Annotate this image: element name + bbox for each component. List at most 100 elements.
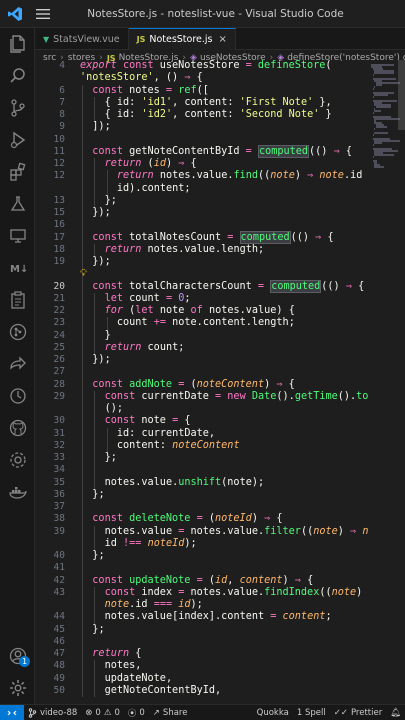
- git-graph-icon[interactable]: [0, 316, 35, 348]
- code-line[interactable]: 31 id: currentDate,: [35, 427, 368, 440]
- code-line[interactable]: 11 const getNoteContentById = computed(()…: [35, 144, 368, 158]
- code-line[interactable]: 37: [35, 501, 368, 514]
- hamburger-menu-icon[interactable]: [30, 0, 56, 28]
- minimap-line: [374, 166, 385, 168]
- run-debug-icon[interactable]: [0, 124, 35, 156]
- lightbulb-icon[interactable]: 💡︎: [80, 268, 87, 280]
- code-line[interactable]: 6 const notes = ref([: [35, 84, 368, 97]
- code-line[interactable]: ();: [35, 403, 368, 416]
- code-line[interactable]: 26});: [35, 354, 368, 367]
- notifications-status[interactable]: 🔔︎: [386, 708, 405, 718]
- code-line[interactable]: 30 const note = {: [35, 415, 368, 428]
- live-share-icon[interactable]: [0, 348, 35, 380]
- code-line[interactable]: 50 getNoteContentById,: [35, 684, 368, 697]
- line-number: 17: [53, 231, 65, 243]
- source-control-icon[interactable]: [0, 92, 35, 124]
- spell-status[interactable]: 1 Spell: [293, 708, 330, 718]
- testing-flask-icon[interactable]: [0, 188, 35, 220]
- code-line[interactable]: 39 notes.value = notes.value.filter((note…: [35, 525, 368, 538]
- code-line[interactable]: 35 notes.value.unshift(note);: [35, 476, 368, 489]
- code-line[interactable]: 34: [35, 464, 368, 477]
- github-icon[interactable]: [0, 412, 35, 444]
- indent-guide: [94, 684, 96, 697]
- code-line[interactable]: 25 return count;: [35, 341, 368, 354]
- line-number: 23: [53, 317, 65, 329]
- code-line[interactable]: 12 return notes.value.find((note) ⇒ note.…: [35, 170, 368, 183]
- manage-gear-icon[interactable]: [0, 672, 35, 704]
- live-share-status[interactable]: ↗ Share: [149, 708, 192, 718]
- code-line[interactable]: 42 const updateNote = (id, content) ⇒ {: [35, 574, 368, 587]
- code-line[interactable]: 48 notes,: [35, 660, 368, 673]
- code-line[interactable]: 16: [35, 219, 368, 232]
- scrollbar-thumb[interactable]: [398, 60, 405, 130]
- minimap-line: [372, 134, 374, 136]
- code-line[interactable]: 8 { id: 'id2', content: 'Second Note' }: [35, 109, 368, 122]
- quokka-status[interactable]: Quokka: [253, 708, 293, 718]
- indent-guide: [82, 378, 83, 391]
- code-line[interactable]: 17 const totalNotesCount = computed(() ⇒ …: [35, 230, 368, 244]
- code-line[interactable]: 40};: [35, 550, 368, 563]
- code-text: updateNote,: [104, 672, 173, 684]
- markdown-icon[interactable]: M↓: [0, 252, 35, 284]
- accounts-icon[interactable]: 1: [0, 640, 35, 672]
- code-line[interactable]: 24}: [35, 329, 368, 342]
- docker-icon[interactable]: [0, 476, 35, 508]
- code-line[interactable]: 💡︎: [35, 268, 368, 281]
- code-line[interactable]: 47 return {: [35, 648, 368, 661]
- code-text: };: [92, 550, 105, 561]
- explorer-icon[interactable]: [0, 28, 35, 60]
- settings-sync-icon[interactable]: [0, 444, 35, 476]
- code-line[interactable]: 20 const totalCharactersCount = computed(…: [35, 279, 368, 293]
- indent-guide: [94, 537, 96, 550]
- code-line[interactable]: 45};: [35, 623, 368, 636]
- code-line[interactable]: 44 notes.value[index].content = content;: [35, 611, 368, 624]
- search-icon[interactable]: [0, 60, 35, 92]
- code-line[interactable]: 49 updateNote,: [35, 672, 368, 685]
- code-line[interactable]: 13};: [35, 194, 368, 207]
- code-line[interactable]: 22 for (let note of notes.value) {: [35, 305, 368, 318]
- code-line[interactable]: 33};: [35, 452, 368, 465]
- code-line[interactable]: id).content;: [35, 182, 368, 195]
- code-editor[interactable]: 4 export const useNotesStore = defineStor…: [35, 60, 368, 704]
- close-icon[interactable]: ×: [219, 34, 227, 45]
- tab-notesstore[interactable]: JS NotesStore.js ×: [128, 28, 236, 50]
- indent-guide: [106, 182, 108, 195]
- code-line[interactable]: 4 export const useNotesStore = defineStor…: [35, 60, 368, 72]
- code-line[interactable]: 32 content: noteContent: [35, 439, 368, 452]
- clipboard-icon[interactable]: [0, 284, 35, 316]
- tab-statsview[interactable]: ▼ StatsView.vue: [35, 28, 129, 50]
- code-line[interactable]: 29 const currentDate = new Date().getTime…: [35, 390, 368, 403]
- code-line[interactable]: 46: [35, 635, 368, 648]
- indent-guide: [82, 96, 83, 109]
- code-line[interactable]: 28 const addNote = (noteContent) ⇒ {: [35, 378, 368, 391]
- code-line[interactable]: 9]);: [35, 121, 368, 134]
- code-line[interactable]: 15});: [35, 207, 368, 220]
- minimap[interactable]: [368, 60, 405, 704]
- code-line[interactable]: 27: [35, 366, 368, 379]
- code-line[interactable]: 36};: [35, 488, 368, 501]
- code-line[interactable]: 12 return (id) ⇒ {: [35, 158, 368, 171]
- branch-status[interactable]: video-88: [24, 708, 81, 718]
- code-line[interactable]: 'notesStore', () ⇒ {: [35, 72, 368, 84]
- indent-guide: [94, 158, 96, 171]
- ports-status[interactable]: ⦿ 0: [124, 707, 149, 719]
- code-line[interactable]: 7 { id: 'id1', content: 'First Note' },: [35, 96, 368, 109]
- extensions-icon[interactable]: [0, 156, 35, 188]
- indent-guide: [82, 109, 83, 122]
- history-icon[interactable]: [0, 380, 35, 412]
- code-line[interactable]: 10: [35, 133, 368, 146]
- code-line[interactable]: 43 const index = notes.value.findIndex((n…: [35, 586, 368, 599]
- code-line[interactable]: 38 const deleteNote = (noteId) ⇒ {: [35, 513, 368, 526]
- code-line[interactable]: 21 let count = 0;: [35, 292, 368, 305]
- code-line[interactable]: id !== noteId);: [35, 537, 368, 550]
- problems-status[interactable]: ⊗ 0 ⚠ 0: [81, 708, 124, 718]
- code-line[interactable]: 19});: [35, 256, 368, 269]
- code-line[interactable]: 18 return notes.value.length;: [35, 243, 368, 256]
- remote-icon[interactable]: [0, 704, 24, 720]
- code-line[interactable]: 41: [35, 562, 368, 575]
- prettier-status[interactable]: ✓✓ Prettier: [330, 708, 387, 718]
- remote-explorer-icon[interactable]: [0, 220, 35, 252]
- code-line[interactable]: note.id === id);: [35, 599, 368, 612]
- code-line[interactable]: 23 count += note.content.length;: [35, 317, 368, 330]
- line-number: 9: [59, 121, 65, 133]
